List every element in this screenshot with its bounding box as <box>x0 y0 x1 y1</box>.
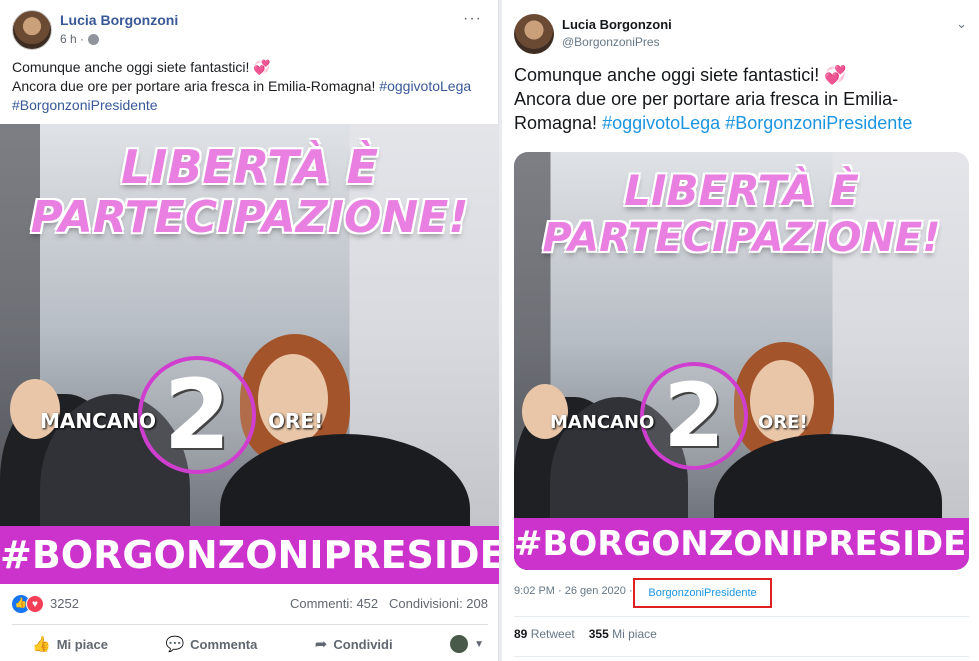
image-title-line2: PARTECIPAZIONE! <box>542 215 941 261</box>
more-options-icon[interactable]: ··· <box>463 10 482 28</box>
author-name[interactable]: Lucia Borgonzoni <box>60 12 178 28</box>
fb-post-header: Lucia Borgonzoni 6 h · ··· <box>12 10 482 50</box>
love-reaction-icon[interactable]: ♥ <box>26 595 44 613</box>
tweet-timestamp[interactable]: 9:02 PM · 26 gen 2020 · <box>514 585 633 597</box>
image-title-line1: LIBERTÀ È <box>120 140 379 194</box>
divider <box>12 624 488 625</box>
hashtag-banner: #BORGONZONIPRESIDENTE <box>0 526 499 584</box>
image-title-line2: PARTECIPAZIONE! <box>30 192 469 243</box>
post-meta: 6 h · <box>60 32 100 46</box>
avatar[interactable] <box>514 14 554 54</box>
reactions-count[interactable]: 3252 <box>50 596 79 611</box>
tweet: Lucia Borgonzoni @BorgonzoniPres ⌄ Comun… <box>502 0 979 661</box>
avatar <box>450 635 469 653</box>
comment-icon: 💬 <box>165 636 185 653</box>
comment-label: Commenta <box>190 636 258 652</box>
source-link-highlighted[interactable]: BorgonzoniPresidente <box>633 578 772 608</box>
share-icon: ➦ <box>314 636 328 653</box>
hashtag-link[interactable]: #BorgonzoniPresidente <box>12 97 158 113</box>
hashtag-link[interactable]: #oggivotoLega <box>379 78 471 94</box>
shares-count[interactable]: Condivisioni: 208 <box>389 596 488 611</box>
like-label: Mi piace <box>56 636 108 652</box>
countdown-right-word: ORE! <box>758 412 808 433</box>
post-image[interactable]: LIBERTÀ È PARTECIPAZIONE! 2 MANCANO ORE!… <box>0 124 499 584</box>
countdown-left-word: MANCANO <box>40 409 157 433</box>
post-time[interactable]: 6 h · <box>60 32 84 46</box>
reactions-bar: 👍 ♥ 3252 Commenti: 452 Condivisioni: 208 <box>12 594 488 614</box>
post-text-line2: Ancora due ore per portare aria fresca i… <box>12 78 376 94</box>
countdown-left-word: MANCANO <box>550 412 655 433</box>
post-text-line1: Comunque anche oggi siete fantastici! <box>12 59 250 75</box>
tweet-stats: 89 Retweet 355 Mi piace <box>514 627 657 641</box>
heart-icon: 💞 <box>824 65 847 85</box>
tweet-text-line1: Comunque anche oggi siete fantastici! <box>514 65 820 85</box>
comments-count[interactable]: Commenti: 452 <box>290 596 378 611</box>
likes-count: 355 <box>588 627 609 641</box>
retweets-stat[interactable]: 89 Retweet <box>514 627 575 641</box>
globe-icon <box>88 33 100 45</box>
hashtag-banner: #BORGONZONIPRESIDENTE <box>514 518 969 570</box>
chevron-down-icon: ▼ <box>474 638 484 650</box>
retweets-count: 89 <box>514 627 528 641</box>
divider <box>514 616 969 617</box>
heart-icon: 💞 <box>253 59 271 75</box>
post-text: Comunque anche oggi siete fantastici! 💞 … <box>12 58 482 115</box>
post-actions: 👍 Mi piace 💬 Commenta ➦ Condividi ▼ <box>12 630 488 658</box>
share-label: Condividi <box>333 636 393 652</box>
screenshot-root: Lucia Borgonzoni 6 h · ··· Comunque anch… <box>0 0 979 661</box>
thumbs-up-icon: 👍 <box>32 636 51 653</box>
comment-button[interactable]: 💬 Commenta <box>145 635 277 653</box>
countdown-number: 2 <box>663 364 725 467</box>
engagement-counts: Commenti: 452 Condivisioni: 208 <box>290 596 488 611</box>
divider <box>514 656 969 657</box>
countdown-right-word: ORE! <box>268 409 324 433</box>
author-name[interactable]: Lucia Borgonzoni <box>562 17 672 32</box>
avatar[interactable] <box>12 10 52 50</box>
retweets-label: Retweet <box>530 627 575 641</box>
likes-stat[interactable]: 355 Mi piace <box>589 627 657 641</box>
like-button[interactable]: 👍 Mi piace <box>12 635 128 653</box>
tweet-image[interactable]: LIBERTÀ È PARTECIPAZIONE! 2 MANCANO ORE!… <box>514 152 969 570</box>
chevron-down-icon[interactable]: ⌄ <box>956 16 967 32</box>
image-title-line1: LIBERTÀ È <box>624 166 859 215</box>
tweet-text: Comunque anche oggi siete fantastici! 💞 … <box>514 63 964 135</box>
hashtag-link[interactable]: #BorgonzoniPresidente <box>725 113 912 133</box>
likes-label: Mi piace <box>612 627 657 641</box>
share-button[interactable]: ➦ Condividi <box>295 635 413 653</box>
facebook-post: Lucia Borgonzoni 6 h · ··· Comunque anch… <box>0 0 499 661</box>
author-handle[interactable]: @BorgonzoniPres <box>562 35 660 49</box>
profile-selector[interactable]: ▼ <box>430 635 488 653</box>
hashtag-link[interactable]: #oggivotoLega <box>602 113 720 133</box>
